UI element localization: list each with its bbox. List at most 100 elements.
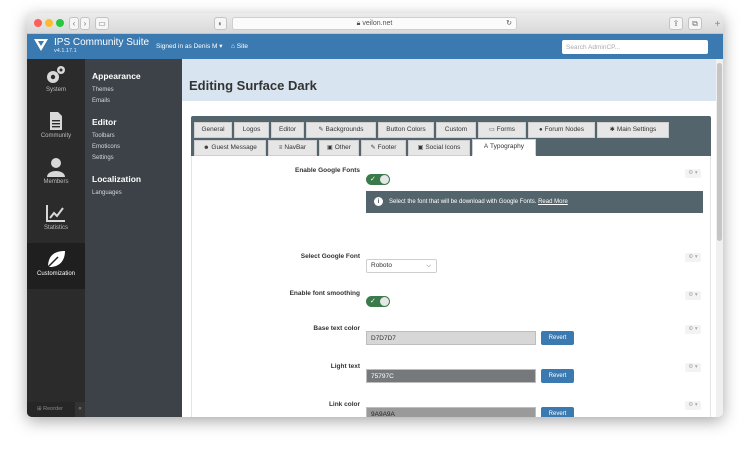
leaf-icon [47,251,65,268]
link-emoticons[interactable]: Emoticons [92,144,120,150]
site-link[interactable]: ⌂ Site [231,43,248,51]
primary-nav: System Community Members Statistics Cust… [27,59,85,417]
brand-title[interactable]: IPS Community Suite [54,37,149,48]
link-toolbars[interactable]: Toolbars [92,133,115,139]
setting-options-icon[interactable]: ⚙ ▾ [685,169,701,178]
tab-custom[interactable]: Custom [436,122,476,138]
setting-options-icon[interactable]: ⚙ ▾ [685,401,701,410]
tab-navbar[interactable]: ≡ NavBar [268,140,317,156]
setting-options-icon[interactable]: ⚙ ▾ [685,363,701,372]
secondary-nav: Appearance Themes Emails Editor Toolbars… [85,59,182,417]
home-icon: ⌂ [231,43,235,50]
link-settings[interactable]: Settings [92,155,114,161]
section-appearance: Appearance [92,71,141,81]
reload-icon[interactable]: ↻ [506,18,512,29]
collapse-nav-button[interactable]: « [75,402,85,417]
nav-system-label: System [45,87,66,93]
google-fonts-toggle[interactable]: ✓ [366,174,390,185]
privacy-shield-icon[interactable]: ◐ [214,17,227,30]
tab-editor[interactable]: Editor [271,122,304,138]
revert-button[interactable]: Revert [541,407,574,417]
revert-button[interactable]: Revert [541,369,574,383]
info-text: Select the font that will be download wi… [389,199,537,205]
nav-system[interactable]: System [27,59,85,105]
close-window-button[interactable] [34,19,42,27]
tab-general[interactable]: General [194,122,232,138]
square-icon: ▣ [417,145,424,151]
check-icon: ✓ [370,176,376,183]
tab-logos[interactable]: Logos [234,122,269,138]
setting-options-icon[interactable]: ⚙ ▾ [685,253,701,262]
tab-typography-label: Typography [490,143,524,150]
tab-button-colors[interactable]: Button Colors [378,122,434,138]
base-text-label: Base text color [313,325,360,332]
main-content: Editing Surface Dark General Logos Edito… [182,59,716,417]
comments-icon: ● [539,127,543,133]
address-bar[interactable]: 🔒︎ veilon.net ↻ [232,17,517,30]
google-font-select[interactable]: Roboto ⌵ [366,259,437,273]
toggle-knob [380,297,389,306]
ips-logo-icon[interactable] [34,39,48,53]
tab-guest-message-label: Guest Message [211,144,257,151]
link-themes[interactable]: Themes [92,87,114,93]
google-font-value: Roboto [371,262,392,269]
address-url: veilon.net [362,20,393,27]
base-text-color-input[interactable]: D7D7D7 [366,331,536,345]
link-languages[interactable]: Languages [92,190,122,196]
sidebar-toggle-icon[interactable]: ▭ [95,17,109,30]
section-editor: Editor [92,117,117,127]
info-icon: i [374,197,383,206]
theme-settings-panel: General Logos Editor ✎ Backgrounds Button… [191,116,711,417]
tab-footer-label: Footer [377,144,397,151]
tab-social-icons[interactable]: ▣ Social Icons [408,140,470,156]
cog-icon: ✱ [609,127,615,133]
tab-guest-message[interactable]: ☻ Guest Message [194,140,266,156]
tabs-overview-icon[interactable]: ⧉ [688,17,702,30]
page-title: Editing Surface Dark [189,78,317,93]
tab-bar: General Logos Editor ✎ Backgrounds Button… [191,116,711,156]
revert-button[interactable]: Revert [541,331,574,345]
link-color-input[interactable]: 9A9A9A [366,407,536,417]
tab-main-settings[interactable]: ✱ Main Settings [597,122,669,138]
share-icon[interactable]: ⇪ [669,17,683,30]
minimize-window-button[interactable] [45,19,53,27]
scrollbar-thumb[interactable] [717,63,722,241]
read-more-link[interactable]: Read More [538,199,568,205]
google-fonts-info: i Select the font that will be download … [366,191,703,213]
nav-customization-label: Customization [36,271,75,277]
zoom-window-button[interactable] [56,19,64,27]
line-chart-icon [46,205,65,222]
light-text-label: Light text [330,363,360,370]
forward-icon[interactable]: › [80,17,90,30]
search-input[interactable] [562,40,708,54]
signed-in-menu[interactable]: Signed in as Denis M ▾ [156,43,223,51]
nav-customization[interactable]: Customization [27,243,85,289]
tab-typography[interactable]: A Typography [472,139,536,156]
nav-community[interactable]: Community [27,105,85,151]
tab-forms[interactable]: ▭ Forms [478,122,526,138]
document-icon [50,112,62,130]
back-icon[interactable]: ‹ [69,17,79,30]
tab-footer[interactable]: ✎ Footer [361,140,406,156]
new-tab-button[interactable]: + [712,18,723,34]
caret-down-icon: ▾ [219,43,223,50]
smoothing-label: Enable font smoothing [289,290,360,297]
light-text-color-input[interactable]: 75797C [366,369,536,383]
page-scrollbar[interactable] [716,59,723,417]
setting-options-icon[interactable]: ⚙ ▾ [685,291,701,300]
setting-options-icon[interactable]: ⚙ ▾ [685,325,701,334]
font-smoothing-toggle[interactable]: ✓ [366,296,390,307]
tab-social-icons-label: Social Icons [425,144,461,151]
pencil-icon: ✎ [370,145,376,151]
tab-button-colors-label: Button Colors [386,126,426,133]
tab-forum-nodes[interactable]: ● Forum Nodes [528,122,595,138]
nav-statistics[interactable]: Statistics [27,197,85,243]
tab-other[interactable]: ▣ Other [319,140,359,156]
info-message: Select the font that will be download wi… [389,191,568,213]
link-emails[interactable]: Emails [92,98,110,104]
tab-forum-nodes-label: Forum Nodes [544,126,584,133]
plus-square-icon: ▣ [327,145,333,151]
tab-backgrounds[interactable]: ✎ Backgrounds [306,122,376,138]
nav-members[interactable]: Members [27,151,85,197]
section-localization: Localization [92,174,142,184]
